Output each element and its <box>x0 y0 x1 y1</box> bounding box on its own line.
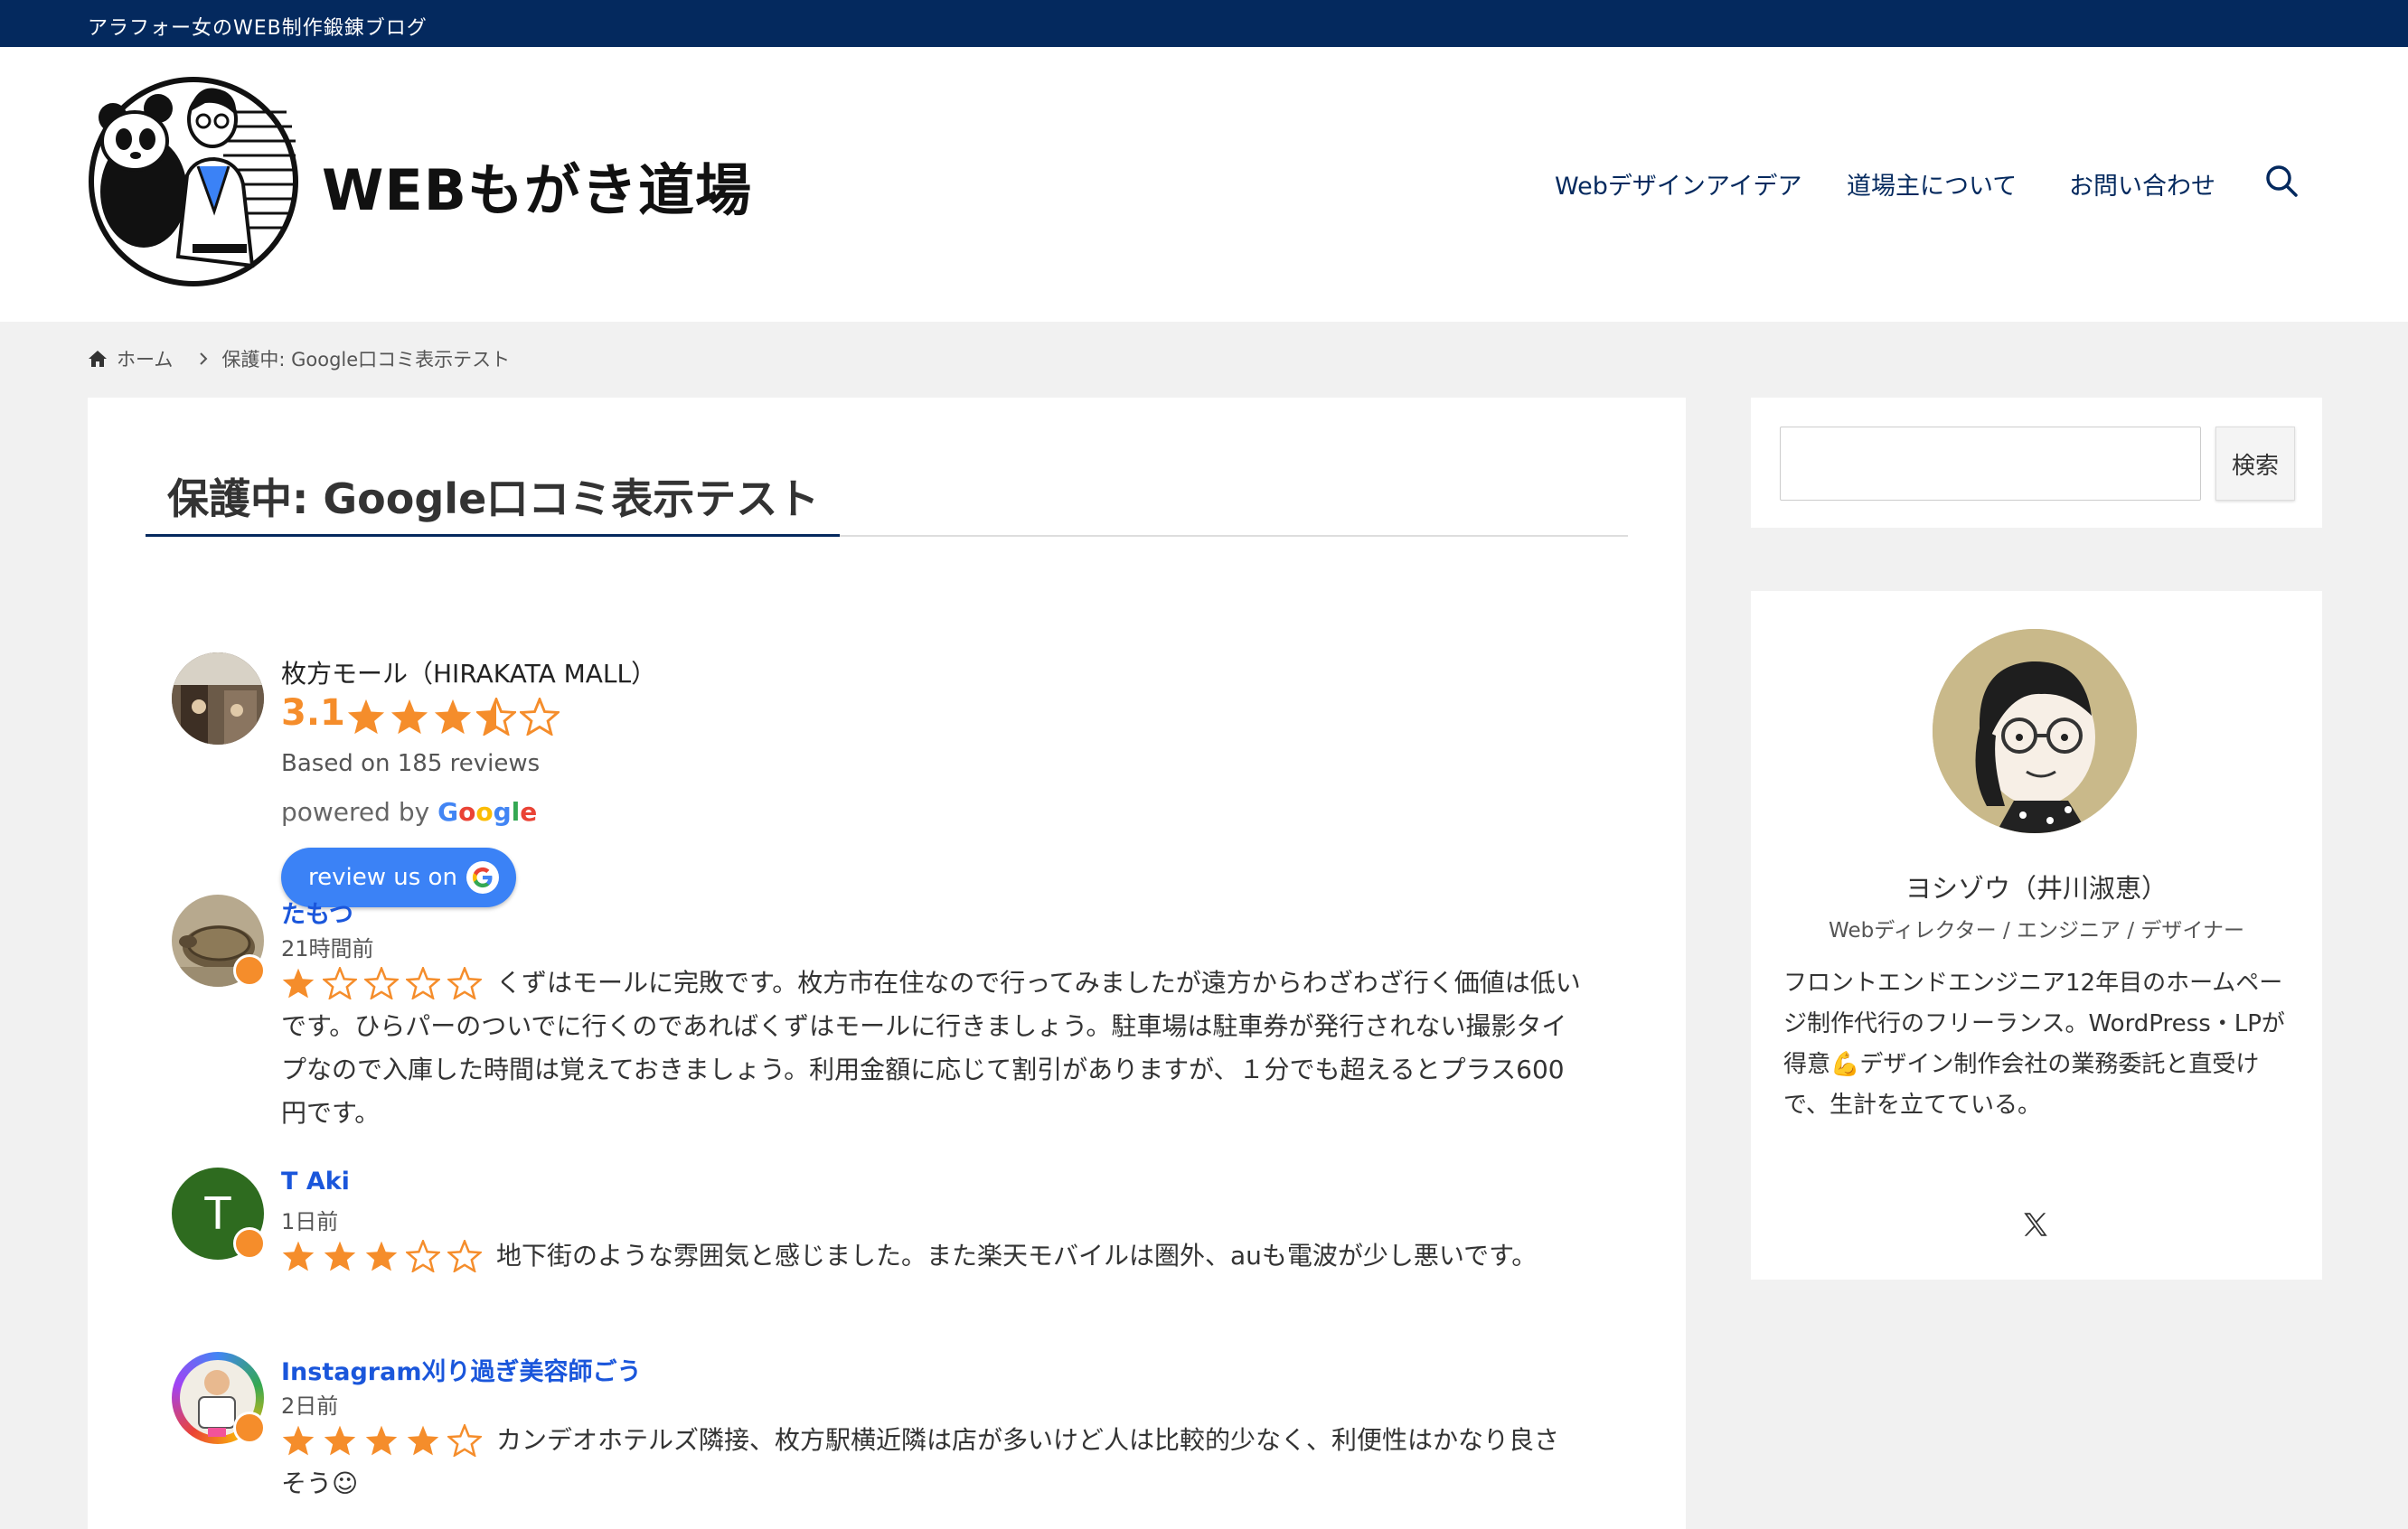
breadcrumb-current: 保護中: Google口コミ表示テスト <box>221 349 511 371</box>
star-icon-empty <box>520 698 560 736</box>
rating-stars <box>346 698 560 736</box>
rating-value: 3.1 <box>281 692 345 734</box>
title-divider-accent <box>146 534 840 537</box>
review-count: Based on 185 reviews <box>281 750 541 777</box>
review-time: 2日前 <box>281 1393 339 1419</box>
sidebar-search-button[interactable]: 検索 <box>2215 427 2295 501</box>
review-time: 1日前 <box>281 1209 339 1234</box>
nav-item-web-design-ideas[interactable]: Webデザインアイデア <box>1555 166 1802 202</box>
review-item: T T Aki 1日前 地下街のような雰囲気と感じました。また楽天モバイルは圏外… <box>172 1168 1654 1303</box>
sidebar-search-input[interactable] <box>1780 427 2201 501</box>
breadcrumb: ホーム 保護中: Google口コミ表示テスト <box>88 345 510 372</box>
reviewer-name[interactable]: Instagram刈り過ぎ美容師ごう <box>281 1352 641 1387</box>
star-icon-full <box>434 699 472 735</box>
profile-bio: フロントエンドエンジニア12年目のホームページ制作代行のフリーランス。WordP… <box>1783 970 2285 1119</box>
reviewer-name[interactable]: T Aki <box>281 1168 350 1196</box>
x-logo-icon[interactable] <box>2020 1209 2051 1240</box>
reviewer-initial: T <box>203 1187 232 1240</box>
profile-widget: ヨシゾウ（井川淑恵） Webディレクター / エンジニア / デザイナー フロン… <box>1751 591 2322 1280</box>
home-icon <box>89 351 107 367</box>
local-guide-badge-icon <box>233 954 266 987</box>
review-text: くずはモールに完敗です。枚方市在住なので行ってみましたが遠方からわざわざ行く価値… <box>281 968 1581 1128</box>
sidebar-search-widget: 検索 <box>1751 398 2322 528</box>
review-item: たもつ 21時間前 くずはモールに完敗です。枚方市在住なので行ってみましたが遠方… <box>172 895 1654 1128</box>
site-logo-text[interactable]: WEBもがき道場 <box>322 145 752 226</box>
chevron-right-icon <box>200 352 208 365</box>
site-tagline: アラフォー女のWEB制作鍛錬ブログ <box>88 17 428 40</box>
profile-role: Webディレクター / エンジニア / デザイナー <box>1829 919 2244 943</box>
review-text: カンデオホテルズ隣接、枚方駅横近隣は店が多いけど人は比較的少なく、利便性はかなり… <box>281 1425 1560 1498</box>
top-bar: アラフォー女のWEB制作鍛錬ブログ <box>0 0 2408 47</box>
powered-by-label: powered by <box>281 797 430 827</box>
google-g-icon <box>466 861 499 894</box>
breadcrumb-home[interactable]: ホーム <box>117 345 173 372</box>
logo-icon[interactable] <box>88 76 299 287</box>
main-content: 保護中: Google口コミ表示テスト 枚方モール（HIRAKATA MALL）… <box>88 398 1686 1529</box>
review-item: Instagram刈り過ぎ美容師ごう 2日前 カンデオホテルズ隣接、枚方駅横近隣… <box>172 1352 1654 1498</box>
star-icon-half <box>476 698 516 736</box>
review-text: 地下街のような雰囲気と感じました。また楽天モバイルは圏外、auも電波が少し悪いで… <box>496 1241 1538 1271</box>
review-time: 21時間前 <box>281 936 374 961</box>
business-avatar[interactable] <box>172 652 264 745</box>
google-wordmark: Google <box>437 797 538 827</box>
local-guide-badge-icon <box>233 1227 266 1260</box>
profile-name: ヨシゾウ（井川淑恵） <box>1905 873 2168 904</box>
profile-avatar <box>1933 629 2137 833</box>
site-header: WEBもがき道場 Webデザインアイデア 道場主について お問い合わせ <box>0 47 2408 322</box>
search-icon[interactable] <box>2263 163 2300 199</box>
nav-item-about[interactable]: 道場主について <box>1847 166 2017 202</box>
star-icon-full <box>347 699 385 735</box>
star-icon-full <box>390 699 428 735</box>
business-name[interactable]: 枚方モール（HIRAKATA MALL） <box>281 654 656 690</box>
page-title: 保護中: Google口コミ表示テスト <box>167 474 820 523</box>
review-us-label: review us on <box>308 864 457 891</box>
powered-by-google: powered by Google <box>281 797 537 827</box>
local-guide-badge-icon <box>233 1412 266 1444</box>
nav-item-contact[interactable]: お問い合わせ <box>2069 166 2215 202</box>
reviewer-name[interactable]: たもつ <box>281 895 353 930</box>
